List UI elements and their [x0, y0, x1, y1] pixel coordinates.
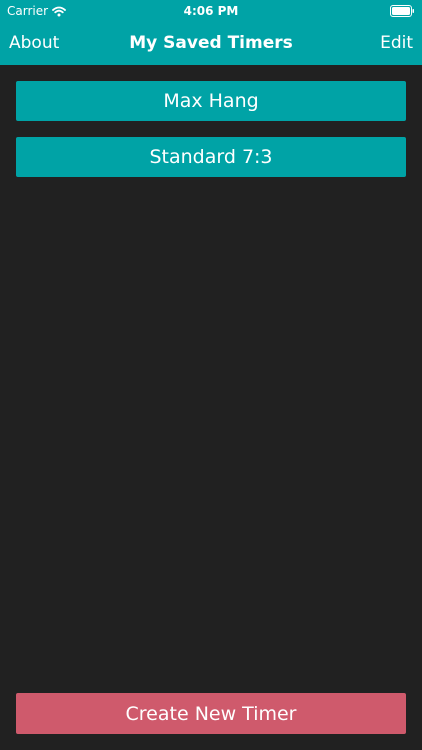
timer-item-label: Standard 7:3 [149, 146, 273, 168]
nav-bar: About My Saved Timers Edit [0, 22, 422, 65]
timer-item-label: Max Hang [163, 90, 259, 112]
create-new-timer-button[interactable]: Create New Timer [16, 693, 406, 734]
timer-item-standard-7-3[interactable]: Standard 7:3 [16, 137, 406, 177]
status-bar: Carrier 4:06 PM [0, 0, 422, 22]
header: Carrier 4:06 PM About My Saved Timers Ed… [0, 0, 422, 65]
timer-item-max-hang[interactable]: Max Hang [16, 81, 406, 121]
status-time: 4:06 PM [183, 4, 239, 18]
edit-button[interactable]: Edit [380, 33, 413, 53]
create-button-label: Create New Timer [125, 702, 297, 725]
battery-icon [390, 5, 414, 17]
timer-list: Max Hang Standard 7:3 [16, 81, 406, 193]
page-title: My Saved Timers [129, 33, 293, 53]
